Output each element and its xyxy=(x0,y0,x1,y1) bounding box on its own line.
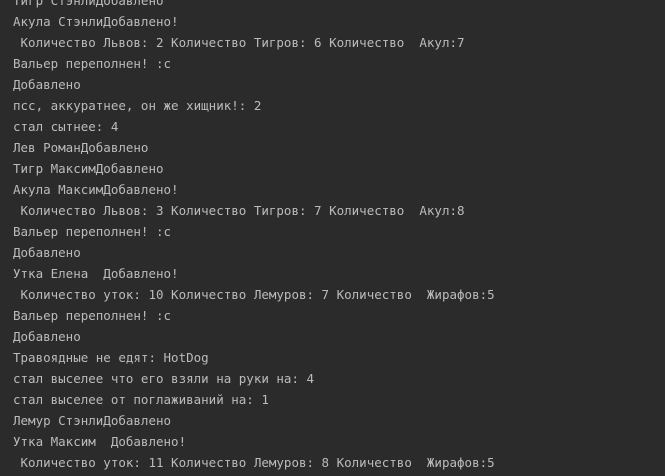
console-line: стал выселее что его взяли на руки на: 4 xyxy=(13,371,315,386)
console-line: стал выселее от поглаживаний на: 1 xyxy=(13,392,269,407)
console-output[interactable]: Тигр СтэнлиДобавлено Акула СтэнлиДобавле… xyxy=(0,0,665,476)
console-line: Лев РоманДобавлено xyxy=(13,140,149,155)
console-line: Утка Максим Добавлено! xyxy=(13,434,187,449)
console-line: Акула МаксимДобавлено! xyxy=(13,182,179,197)
console-line: Тигр МаксимДобавлено xyxy=(13,161,164,176)
console-line: Добавлено xyxy=(13,245,81,260)
console-line: Количество уток: 11 Количество Лемуров: … xyxy=(13,455,495,470)
console-line: Утка Елена Добавлено! xyxy=(13,266,179,281)
console-line: Вальер переполнен! :c xyxy=(13,224,172,239)
console-line: Количество Львов: 2 Количество Тигров: 6… xyxy=(13,35,465,50)
console-line: Лемур СтэнлиДобавлено xyxy=(13,413,172,428)
console-line: Количество Львов: 3 Количество Тигров: 7… xyxy=(13,203,465,218)
console-line: Тигр СтэнлиДобавлено xyxy=(13,0,164,8)
console-line: Травоядные не едят: HotDog xyxy=(13,350,209,365)
console-line: Добавлено xyxy=(13,329,81,344)
console-line: стал сытнее: 4 xyxy=(13,119,119,134)
console-line: Добавлено xyxy=(13,77,81,92)
console-line: псс, аккуратнее, он же хищник!: 2 xyxy=(13,98,262,113)
console-line: Вальер переполнен! :c xyxy=(13,56,172,71)
console-line: Вальер переполнен! :c xyxy=(13,308,172,323)
console-line: Акула СтэнлиДобавлено! xyxy=(13,14,179,29)
console-line: Количество уток: 10 Количество Лемуров: … xyxy=(13,287,495,302)
